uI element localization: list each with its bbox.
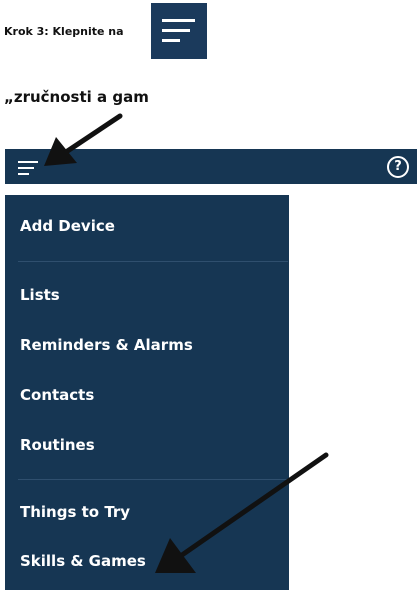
menu-item-things-to-try[interactable]: Things to Try xyxy=(20,503,130,521)
step-caption: „zručnosti a gam xyxy=(4,88,149,106)
menu-item-routines[interactable]: Routines xyxy=(20,436,95,454)
menu-divider xyxy=(18,479,288,480)
menu-item-skills-games[interactable]: Skills & Games xyxy=(20,552,146,570)
menu-item-lists[interactable]: Lists xyxy=(20,286,60,304)
menu-item-add-device[interactable]: Add Device xyxy=(20,217,115,235)
hamburger-icon[interactable] xyxy=(18,159,38,175)
step-text: Krok 3: Klepnite na xyxy=(4,25,124,38)
menu-icon-illustration xyxy=(151,3,207,59)
menu-item-reminders-alarms[interactable]: Reminders & Alarms xyxy=(20,336,193,354)
menu-item-contacts[interactable]: Contacts xyxy=(20,386,94,404)
menu-divider xyxy=(18,261,288,262)
navigation-drawer: Add Device Lists Reminders & Alarms Cont… xyxy=(5,195,289,590)
help-icon[interactable]: ? xyxy=(387,156,409,178)
app-header: ? xyxy=(5,149,417,184)
